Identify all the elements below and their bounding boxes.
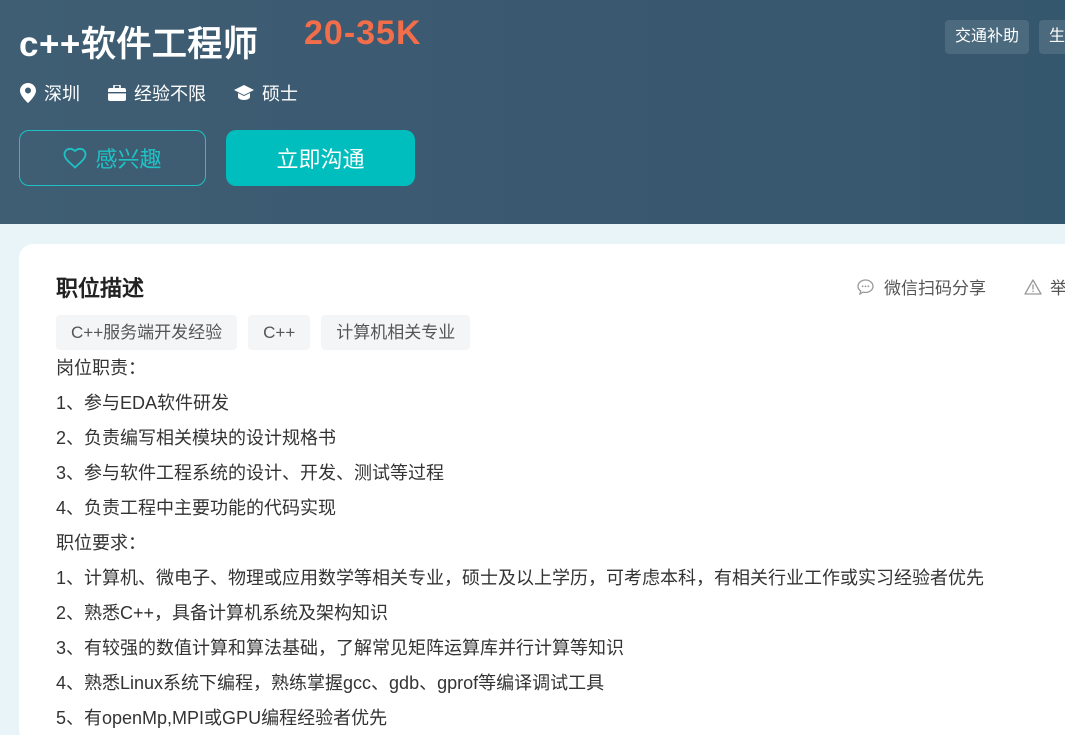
chat-now-button[interactable]: 立即沟通: [226, 130, 415, 186]
skill-tag: C++: [248, 315, 311, 350]
job-title: c++软件工程师: [19, 25, 259, 64]
experience-text: 经验不限: [134, 84, 206, 104]
description-line: 2、负责编写相关模块的设计规格书: [56, 428, 337, 448]
location-pin-icon: [20, 83, 36, 103]
share-label: 微信扫码分享: [884, 279, 986, 298]
chat-bubble-icon: [857, 278, 874, 295]
description-line: 5、有openMp,MPI或GPU编程经验者优先: [56, 708, 388, 728]
description-line: 3、有较强的数值计算和算法基础，了解常见矩阵运算库并行计算等知识: [56, 638, 625, 658]
skill-tags: C++服务端开发经验 C++ 计算机相关专业: [56, 315, 471, 350]
job-header: c++软件工程师 20-35K 交通补助 生 深圳 经验不限 硕士 感兴趣 立即…: [0, 0, 1065, 224]
heart-icon: [64, 147, 87, 169]
interest-button[interactable]: 感兴趣: [19, 130, 206, 186]
section-title: 职位描述: [56, 276, 145, 301]
description-line: 1、计算机、微电子、物理或应用数学等相关专业，硕士及以上学历，可考虑本科，有相关…: [56, 568, 985, 588]
description-line: 1、参与EDA软件研发: [56, 393, 230, 413]
salary: 20-35K: [304, 14, 422, 52]
description-line: 岗位职责：: [56, 358, 146, 378]
report-label: 举: [1050, 279, 1065, 298]
report-link[interactable]: 举: [1024, 274, 1065, 299]
benefit-tags: 交通补助 生: [945, 20, 1065, 54]
description-line: 3、参与软件工程系统的设计、开发、测试等过程: [56, 463, 445, 483]
meta-degree: 硕士: [234, 80, 298, 106]
interest-label: 感兴趣: [95, 147, 162, 172]
description-line: 4、熟悉Linux系统下编程，熟练掌握gcc、gdb、gprof等编译调试工具: [56, 673, 605, 693]
meta-location: 深圳: [20, 80, 80, 106]
wechat-share-link[interactable]: 微信扫码分享: [857, 274, 986, 299]
job-meta: 深圳 经验不限 硕士: [20, 80, 326, 106]
skill-tag: 计算机相关专业: [321, 315, 471, 350]
degree-text: 硕士: [262, 84, 298, 104]
description-line: 4、负责工程中主要功能的代码实现: [56, 498, 337, 518]
benefit-tag: 交通补助: [945, 20, 1030, 54]
description-line: 2、熟悉C++，具备计算机系统及架构知识: [56, 603, 389, 623]
warning-icon: [1024, 278, 1042, 295]
location-text: 深圳: [44, 84, 80, 104]
benefit-tag: 生: [1039, 20, 1065, 54]
meta-experience: 经验不限: [108, 80, 206, 106]
description-line: 职位要求：: [56, 533, 146, 553]
graduation-cap-icon: [234, 85, 254, 100]
briefcase-icon: [108, 85, 126, 101]
skill-tag: C++服务端开发经验: [56, 315, 238, 350]
job-description-text: 岗位职责： 1、参与EDA软件研发 2、负责编写相关模块的设计规格书 3、参与软…: [56, 354, 1056, 735]
job-description-card: 职位描述 微信扫码分享 举 C++服务端开发经验 C++ 计算机相关专业 岗位职…: [19, 244, 1065, 735]
